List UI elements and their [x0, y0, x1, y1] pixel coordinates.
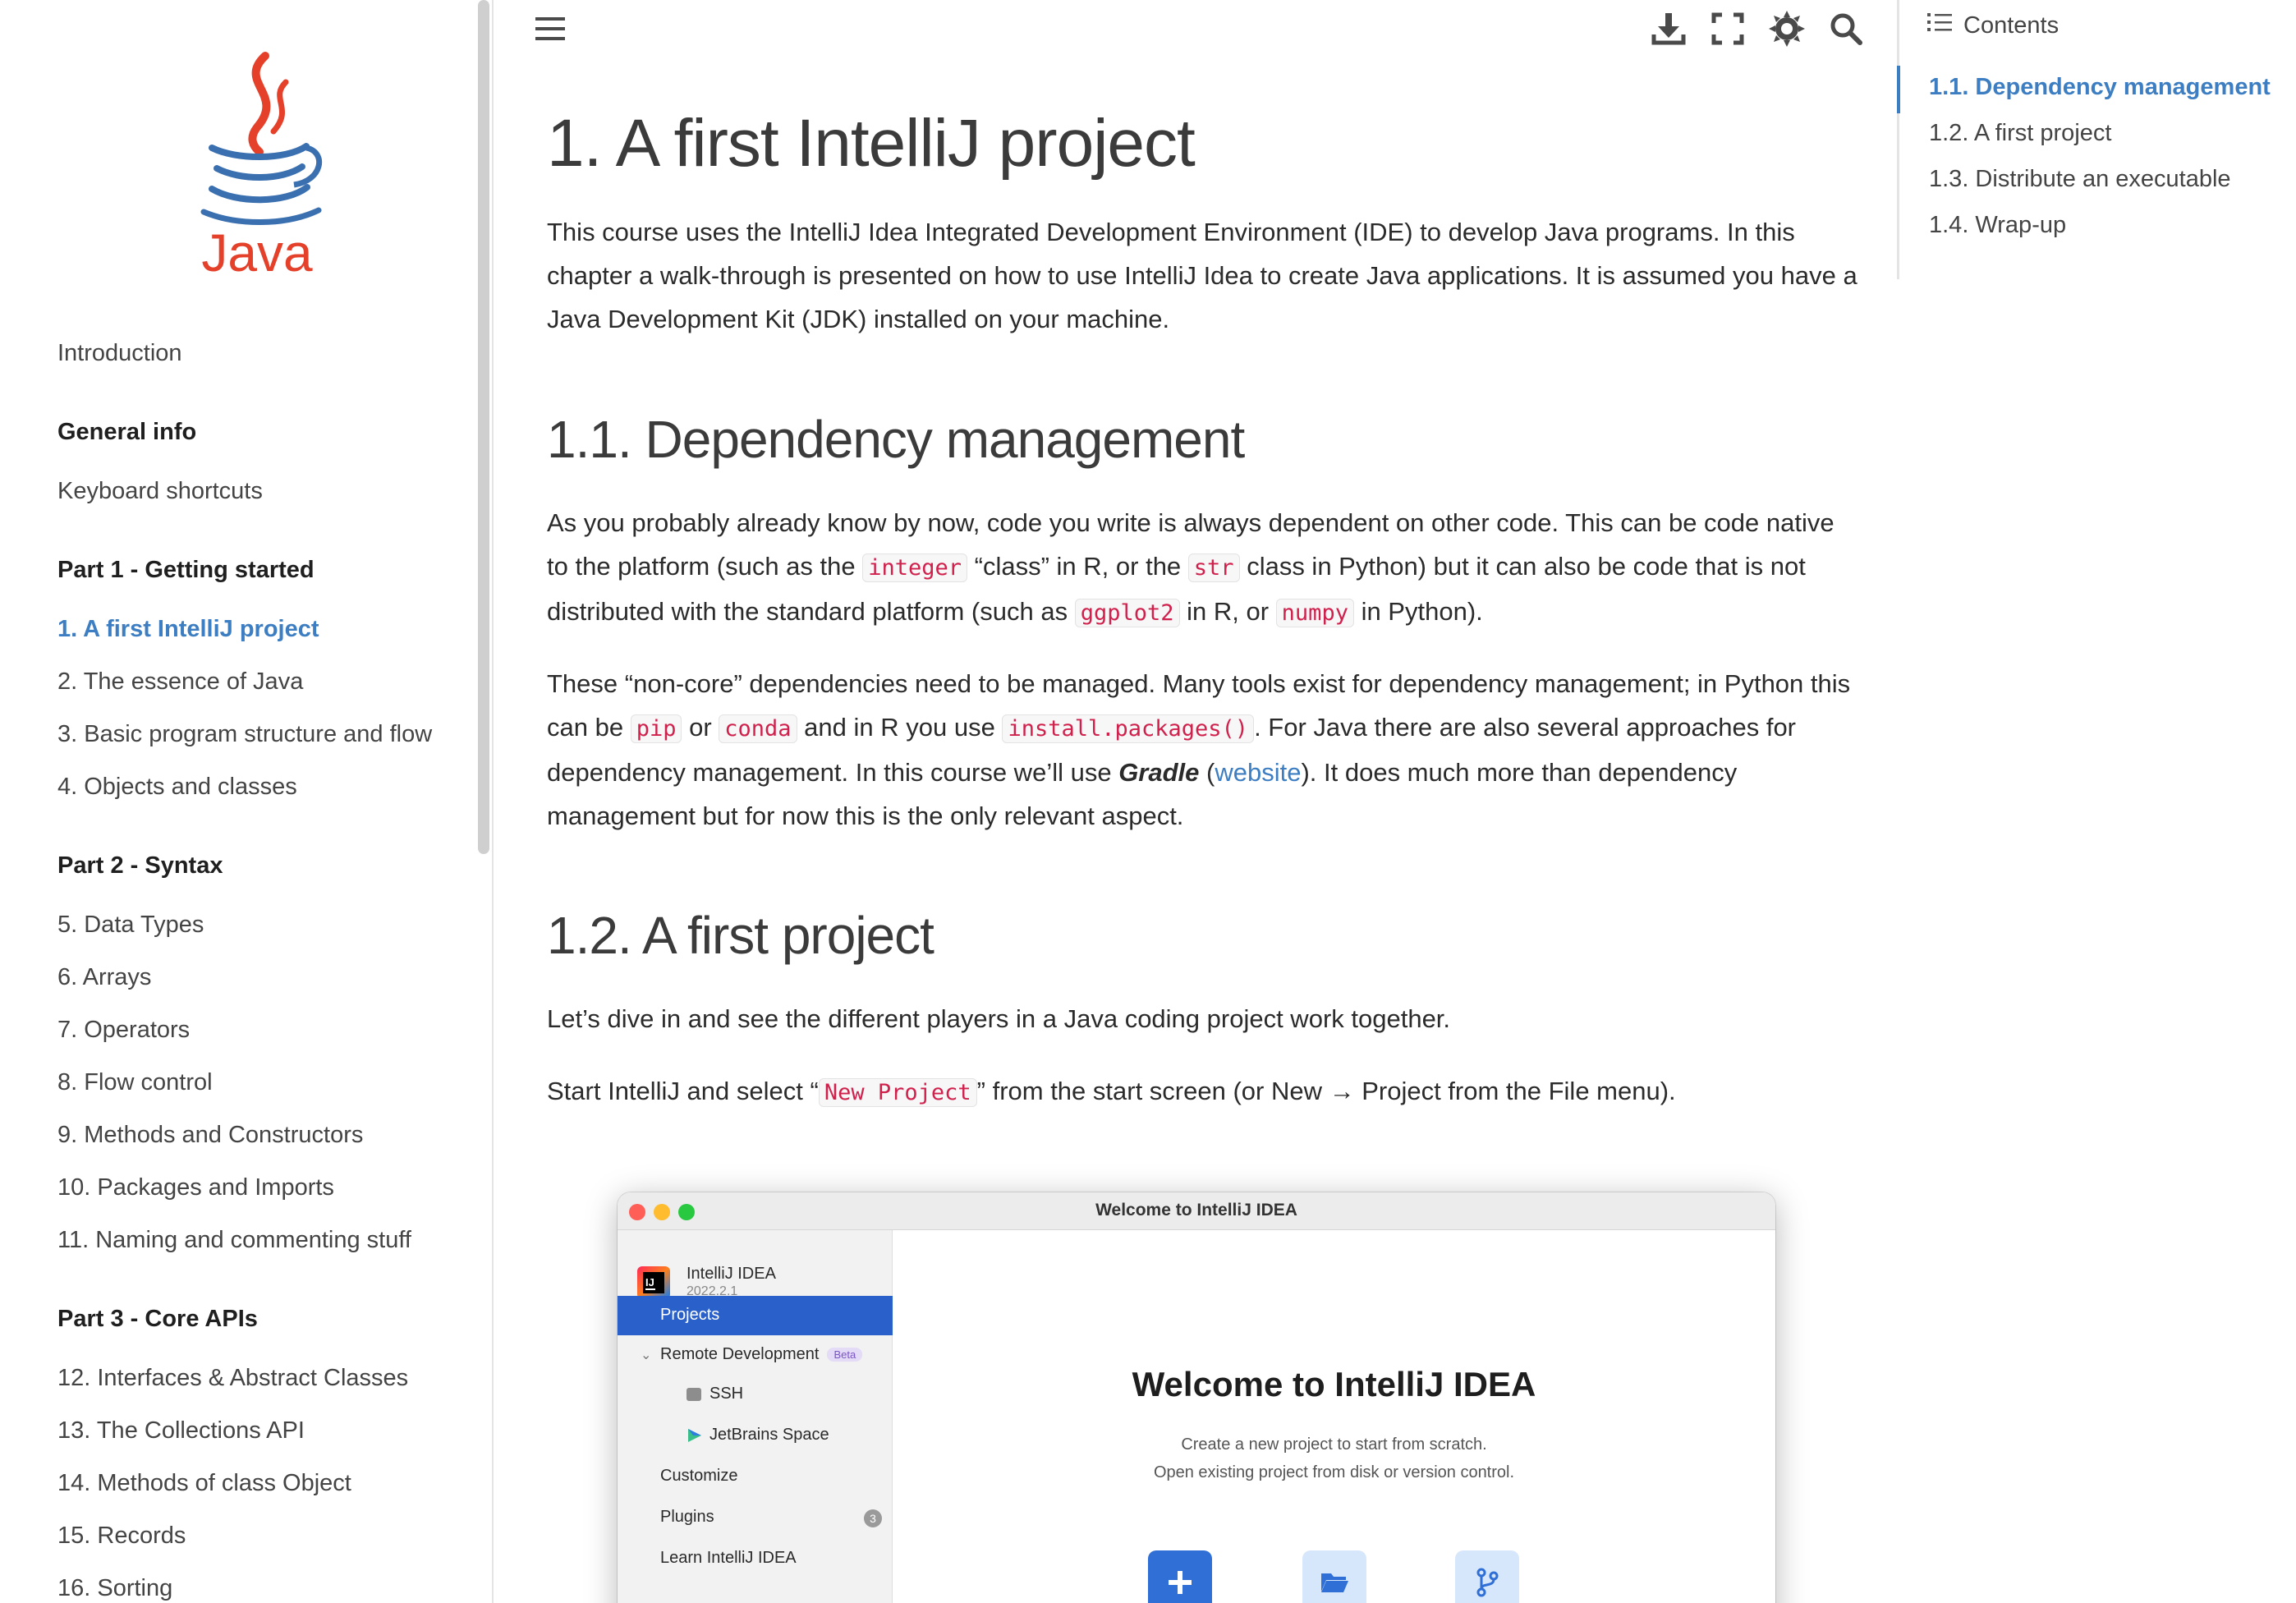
toc-item[interactable]: 1.1. Dependency management	[1929, 74, 2271, 101]
inline-code: conda	[719, 714, 797, 743]
intellij-logo-icon: IJ	[637, 1266, 670, 1299]
inline-code: New Project	[818, 1078, 977, 1107]
app-name: IntelliJ IDEA	[687, 1265, 776, 1283]
sidebar-item[interactable]: 7. Operators	[57, 1013, 190, 1046]
dependency-paragraph-1: As you probably already know by now, cod…	[547, 508, 1835, 627]
sidebar-item[interactable]: 4. Objects and classes	[57, 770, 297, 803]
section-heading-first-project: 1.2. A first project	[547, 906, 934, 965]
sidebar-item[interactable]: 9. Methods and Constructors	[57, 1118, 363, 1151]
welcome-heading: Welcome to IntelliJ IDEA	[1132, 1365, 1536, 1403]
sidebar-section-header: General info	[57, 419, 197, 445]
theme-icon[interactable]	[1768, 10, 1806, 48]
sidebar-item[interactable]: 6. Arrays	[57, 961, 151, 994]
sidebar-item[interactable]: 8. Flow control	[57, 1066, 213, 1099]
sidebar-section-header: Part 2 - Syntax	[57, 852, 223, 879]
sidebar-section-header: Part 3 - Core APIs	[57, 1306, 258, 1332]
sidebar-item[interactable]: 3. Basic program structure and flow	[57, 718, 432, 751]
sidebar: Java Introduction General info Keyboard sh…	[0, 0, 494, 1603]
page-title: 1. A first IntelliJ project	[547, 106, 1196, 181]
gradle-emphasis: Gradle	[1118, 758, 1200, 787]
window-title: Welcome to IntelliJ IDEA	[1095, 1201, 1297, 1219]
sidebar-item[interactable]: 13. The Collections API	[57, 1414, 305, 1447]
toc-item[interactable]: 1.4. Wrap-up	[1929, 212, 2066, 239]
sidebar-item[interactable]: 16. Sorting	[57, 1572, 172, 1603]
beta-badge: Beta	[827, 1348, 863, 1362]
section-heading-dependency-management: 1.1. Dependency management	[547, 410, 1245, 469]
sidebar-item[interactable]: 15. Records	[57, 1519, 186, 1552]
sidebar-item[interactable]: 11. Naming and commenting stuff	[57, 1224, 411, 1256]
sidebar-section-header: Part 1 - Getting started	[57, 557, 315, 583]
inline-code: pip	[630, 714, 682, 743]
sidebar-item[interactable]: 1. A first IntelliJ project	[57, 613, 319, 645]
first-project-paragraph-1: Let’s dive in and see the different play…	[547, 1004, 1451, 1033]
new-project-button[interactable]	[1148, 1550, 1212, 1603]
jetbrains-space-icon	[687, 1427, 703, 1449]
plugins-count-badge: 3	[864, 1509, 882, 1527]
toc-title: Contents	[1927, 11, 2059, 39]
sidebar-item[interactable]: Introduction	[57, 337, 182, 370]
nav-remote-development[interactable]: Remote Development Beta	[660, 1345, 863, 1364]
gradle-website-link[interactable]: website	[1215, 758, 1301, 787]
get-from-vcs-button[interactable]	[1455, 1550, 1519, 1603]
sidebar-item[interactable]: 2. The essence of Java	[57, 665, 303, 698]
sidebar-item[interactable]: 14. Methods of class Object	[57, 1467, 351, 1500]
first-project-paragraph-2: Start IntelliJ and select “New Project” …	[547, 1077, 1676, 1107]
ssh-icon	[687, 1388, 701, 1401]
search-icon[interactable]	[1827, 10, 1865, 48]
dependency-paragraph-2: These “non-core” dependencies need to be…	[547, 669, 1851, 830]
svg-text:IJ: IJ	[645, 1276, 654, 1288]
toc-active-marker	[1897, 66, 1900, 113]
nav-projects-label: Projects	[660, 1306, 720, 1324]
welcome-subtext-1: Create a new project to start from scrat…	[1181, 1435, 1487, 1454]
sidebar-item[interactable]: 10. Packages and Imports	[57, 1171, 334, 1204]
plus-icon	[1169, 1571, 1192, 1594]
intro-paragraph: This course uses the IntelliJ Idea Integ…	[547, 218, 1857, 333]
window-titlebar: Welcome to IntelliJ IDEA	[618, 1192, 1775, 1230]
sidebar-item[interactable]: Keyboard shortcuts	[57, 475, 263, 508]
nav-plugins[interactable]: Plugins	[660, 1508, 714, 1527]
toolbar	[495, 0, 1891, 57]
folder-icon	[1321, 1573, 1348, 1592]
inline-code: integer	[862, 553, 968, 582]
vcs-branch-icon	[1476, 1568, 1499, 1597]
inline-code: numpy	[1275, 599, 1354, 627]
open-button[interactable]	[1302, 1550, 1366, 1603]
nav-jetbrains-space[interactable]: JetBrains Space	[709, 1426, 829, 1445]
chevron-down-icon[interactable]: ⌄	[641, 1347, 651, 1363]
toc-title-label: Contents	[1963, 11, 2060, 39]
inline-code: ggplot2	[1074, 599, 1180, 627]
nav-customize[interactable]: Customize	[660, 1467, 737, 1486]
sidebar-scrollbar[interactable]	[478, 0, 489, 854]
table-of-contents: Contents 1.1. Dependency management 1.2. …	[1897, 0, 2296, 279]
java-logo-text: Java	[201, 223, 313, 279]
menu-icon[interactable]	[531, 10, 569, 48]
intellij-welcome-window: Welcome to IntelliJ IDEA IJ IntelliJ IDE…	[618, 1192, 1775, 1603]
fullscreen-icon[interactable]	[1709, 10, 1747, 48]
inline-code: str	[1187, 553, 1240, 582]
java-logo[interactable]: Java	[187, 49, 327, 282]
list-icon	[1927, 11, 1952, 39]
welcome-subtext-2: Open existing project from disk or versi…	[1153, 1463, 1515, 1481]
nav-ssh[interactable]: SSH	[709, 1385, 743, 1403]
sidebar-item[interactable]: 12. Interfaces & Abstract Classes	[57, 1362, 408, 1394]
sidebar-item[interactable]: 5. Data Types	[57, 908, 204, 941]
download-icon[interactable]	[1650, 10, 1688, 48]
toc-item[interactable]: 1.2. A first project	[1929, 120, 2111, 147]
inline-code: install.packages()	[1002, 714, 1255, 743]
intellij-sidebar: IJ IntelliJ IDEA 2022.2.1 Projects ⌄ Rem…	[618, 1230, 893, 1603]
toc-item[interactable]: 1.3. Distribute an executable	[1929, 166, 2231, 193]
nav-learn[interactable]: Learn IntelliJ IDEA	[660, 1549, 797, 1568]
nav-projects[interactable]: Projects	[618, 1296, 893, 1335]
